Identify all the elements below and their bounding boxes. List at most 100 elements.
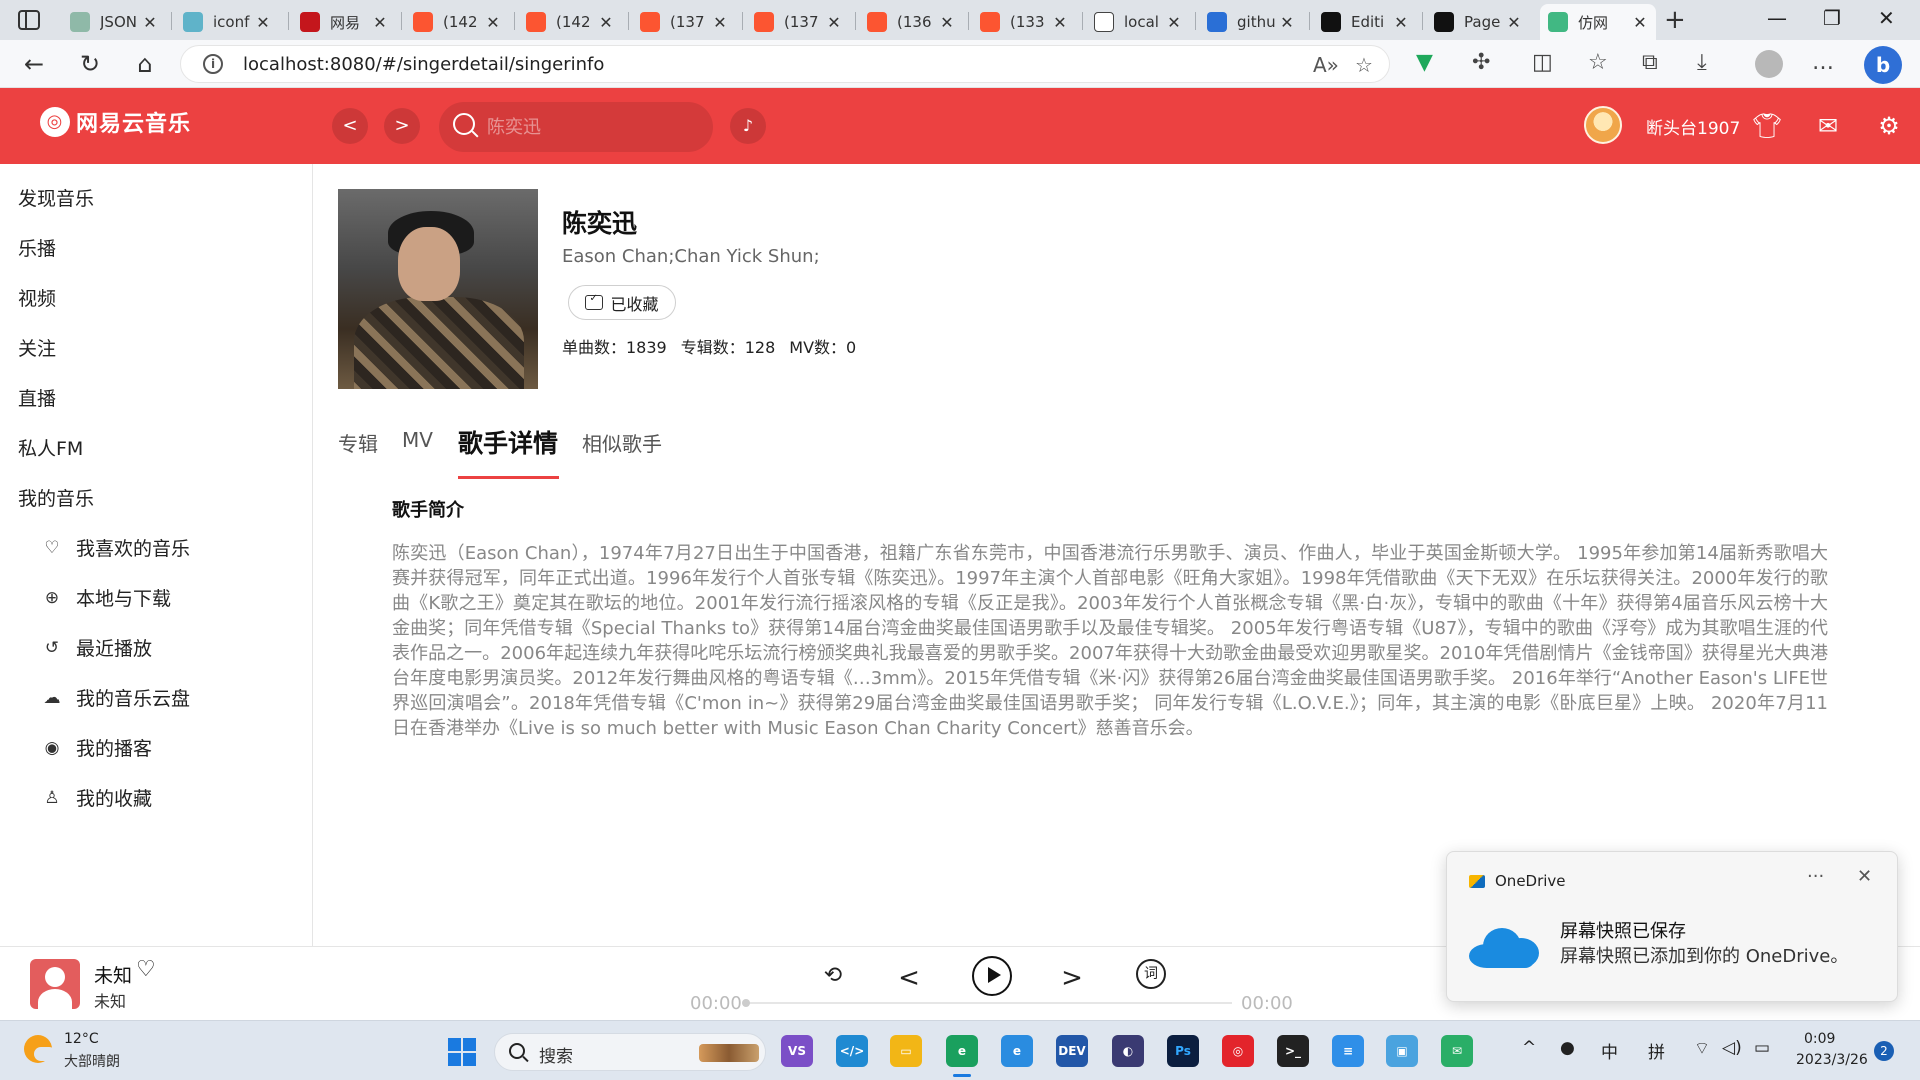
back-icon[interactable]: ← xyxy=(20,50,48,78)
home-icon[interactable]: ⌂ xyxy=(131,50,159,78)
tab-artist-detail[interactable]: 歌手详情 xyxy=(458,424,558,460)
settings-icon[interactable]: ⚙ xyxy=(1874,112,1904,140)
browser-tab[interactable]: 网易 ✕ xyxy=(292,4,396,40)
favorites-icon[interactable]: ☆ xyxy=(1588,50,1608,75)
vscode-icon[interactable]: </> xyxy=(836,1035,868,1067)
browser-tab[interactable]: local ✕ xyxy=(1086,4,1190,40)
profile-avatar[interactable] xyxy=(1755,50,1783,78)
terminal-icon[interactable]: >_ xyxy=(1277,1035,1309,1067)
downloads-icon[interactable]: ⤓ xyxy=(1697,50,1707,75)
browser-tab[interactable]: (142 ✕ xyxy=(518,4,622,40)
more-options-icon[interactable]: ··· xyxy=(1807,866,1824,887)
battery-icon[interactable]: ▭ xyxy=(1754,1038,1770,1058)
eclipse-icon[interactable]: ◐ xyxy=(1112,1035,1144,1067)
repeat-icon[interactable]: ⟲ xyxy=(815,963,851,988)
ime-language[interactable]: 中 xyxy=(1601,1038,1618,1063)
close-window-icon[interactable]: ✕ xyxy=(1878,6,1895,30)
app-logo[interactable]: ◎ 网易云音乐 xyxy=(40,106,191,138)
bing-icon[interactable]: b xyxy=(1864,46,1902,84)
browser-tab[interactable]: (142 ✕ xyxy=(405,4,509,40)
tab-actions-icon[interactable] xyxy=(18,10,40,30)
close-tab-icon[interactable]: ✕ xyxy=(1632,13,1648,32)
url-text[interactable]: localhost:8080/#/singerdetail/singerinfo xyxy=(243,54,604,75)
qq-icon[interactable]: ● xyxy=(1560,1038,1575,1058)
skin-icon[interactable]: 👕︎ xyxy=(1752,112,1782,140)
close-tab-icon[interactable]: ✕ xyxy=(1506,13,1522,32)
browser-tab[interactable]: (137 ✕ xyxy=(746,4,850,40)
maximize-icon[interactable]: ❐ xyxy=(1823,6,1841,30)
tab-albums[interactable]: 专辑 xyxy=(338,428,378,457)
clock-date[interactable]: 2023/3/26 xyxy=(1796,1052,1868,1068)
history-forward-button[interactable]: > xyxy=(384,108,420,144)
ie-icon[interactable]: e xyxy=(1001,1035,1033,1067)
start-icon[interactable] xyxy=(448,1038,476,1066)
close-tab-icon[interactable]: ✕ xyxy=(1279,13,1295,32)
add-favorite-icon[interactable]: ☆ xyxy=(1355,53,1373,77)
notepad-icon[interactable]: ≡ xyxy=(1332,1035,1364,1067)
file-explorer-icon[interactable]: ▭ xyxy=(890,1035,922,1067)
lyrics-icon[interactable]: 词 xyxy=(1136,959,1166,989)
edge-icon[interactable]: e xyxy=(946,1035,978,1067)
taskbar-search[interactable]: 搜索 xyxy=(494,1033,766,1071)
sidebar-item-podcast[interactable]: 乐播 xyxy=(18,234,56,261)
new-tab-icon[interactable]: + xyxy=(1664,5,1686,35)
collected-button[interactable]: 已收藏 xyxy=(568,285,676,320)
sidebar-item-my-podcast[interactable]: ◉ 我的播客 xyxy=(42,734,152,761)
like-song-icon[interactable]: ♡ xyxy=(136,957,156,982)
tab-mv[interactable]: MV xyxy=(402,428,433,452)
close-tab-icon[interactable]: ✕ xyxy=(826,13,842,32)
history-back-button[interactable]: < xyxy=(332,108,368,144)
sidebar-item-collection[interactable]: ♙ 我的收藏 xyxy=(42,784,152,811)
onedrive-notification[interactable]: OneDrive ··· ✕ 屏幕快照已保存 屏幕快照已添加到你的 OneDri… xyxy=(1446,851,1898,1002)
song-artist[interactable]: 未知 xyxy=(94,988,126,1012)
sidebar-item-cloud[interactable]: ☁ 我的音乐云盘 xyxy=(42,684,191,711)
play-button[interactable] xyxy=(972,956,1012,996)
user-avatar[interactable] xyxy=(1584,106,1622,144)
tray-overflow-icon[interactable]: ^ xyxy=(1522,1038,1536,1058)
progress-bar[interactable] xyxy=(742,999,1232,1007)
sidebar-item-recent[interactable]: ↺ 最近播放 xyxy=(42,634,152,661)
notification-count[interactable]: 2 xyxy=(1874,1041,1894,1061)
close-tab-icon[interactable]: ✕ xyxy=(1393,13,1409,32)
listen-recognize-button[interactable]: ♪ xyxy=(730,108,766,144)
browser-tab[interactable]: (133 ✕ xyxy=(972,4,1076,40)
sidebar-item-discover[interactable]: 发现音乐 xyxy=(18,184,94,211)
ime-mode[interactable]: 拼 xyxy=(1648,1038,1665,1063)
sidebar-item-follow[interactable]: 关注 xyxy=(18,334,56,361)
mail-icon[interactable]: ✉ xyxy=(1813,112,1843,140)
close-tab-icon[interactable]: ✕ xyxy=(485,13,501,32)
tab-similar-artists[interactable]: 相似歌手 xyxy=(582,428,662,457)
song-cover[interactable] xyxy=(30,959,80,1009)
wifi-icon[interactable]: ⌔ xyxy=(1694,1038,1710,1059)
volume-icon[interactable]: ◁) xyxy=(1722,1038,1742,1058)
close-tab-icon[interactable]: ✕ xyxy=(1052,13,1068,32)
netease-music-icon[interactable]: ◎ xyxy=(1222,1035,1254,1067)
devcpp-icon[interactable]: DEV xyxy=(1056,1035,1088,1067)
control-panel-icon[interactable]: ▣ xyxy=(1386,1035,1418,1067)
sidebar-item-live[interactable]: 直播 xyxy=(18,384,56,411)
extensions-icon[interactable]: ✣ xyxy=(1472,50,1490,75)
browser-tab[interactable]: 仿网 ✕ xyxy=(1540,4,1656,40)
sidebar-item-liked[interactable]: ♡ 我喜欢的音乐 xyxy=(42,534,190,561)
close-notification-icon[interactable]: ✕ xyxy=(1857,866,1872,887)
browser-tab[interactable]: (136 ✕ xyxy=(859,4,963,40)
previous-track-icon[interactable]: < xyxy=(891,963,927,993)
sidebar-item-my-music[interactable]: 我的音乐 xyxy=(18,484,94,511)
site-info-icon[interactable]: i xyxy=(203,54,223,74)
sidebar-item-local[interactable]: ⊕ 本地与下载 xyxy=(42,584,171,611)
browser-tab[interactable]: githu ✕ xyxy=(1199,4,1303,40)
browser-tab[interactable]: (137 ✕ xyxy=(632,4,736,40)
visual-studio-icon[interactable]: VS xyxy=(781,1035,813,1067)
minimize-icon[interactable]: — xyxy=(1767,6,1787,30)
extension-v-icon[interactable]: ▼ xyxy=(1416,50,1433,75)
browser-tab[interactable]: Page ✕ xyxy=(1426,4,1530,40)
username[interactable]: 断头台1907 xyxy=(1646,114,1740,139)
read-aloud-icon[interactable]: A» xyxy=(1313,53,1339,77)
progress-knob[interactable] xyxy=(742,999,750,1007)
close-tab-icon[interactable]: ✕ xyxy=(598,13,614,32)
close-tab-icon[interactable]: ✕ xyxy=(255,13,271,32)
close-tab-icon[interactable]: ✕ xyxy=(939,13,955,32)
clock-time[interactable]: 0:09 xyxy=(1804,1031,1835,1047)
close-tab-icon[interactable]: ✕ xyxy=(372,13,388,32)
next-track-icon[interactable]: > xyxy=(1054,963,1090,993)
